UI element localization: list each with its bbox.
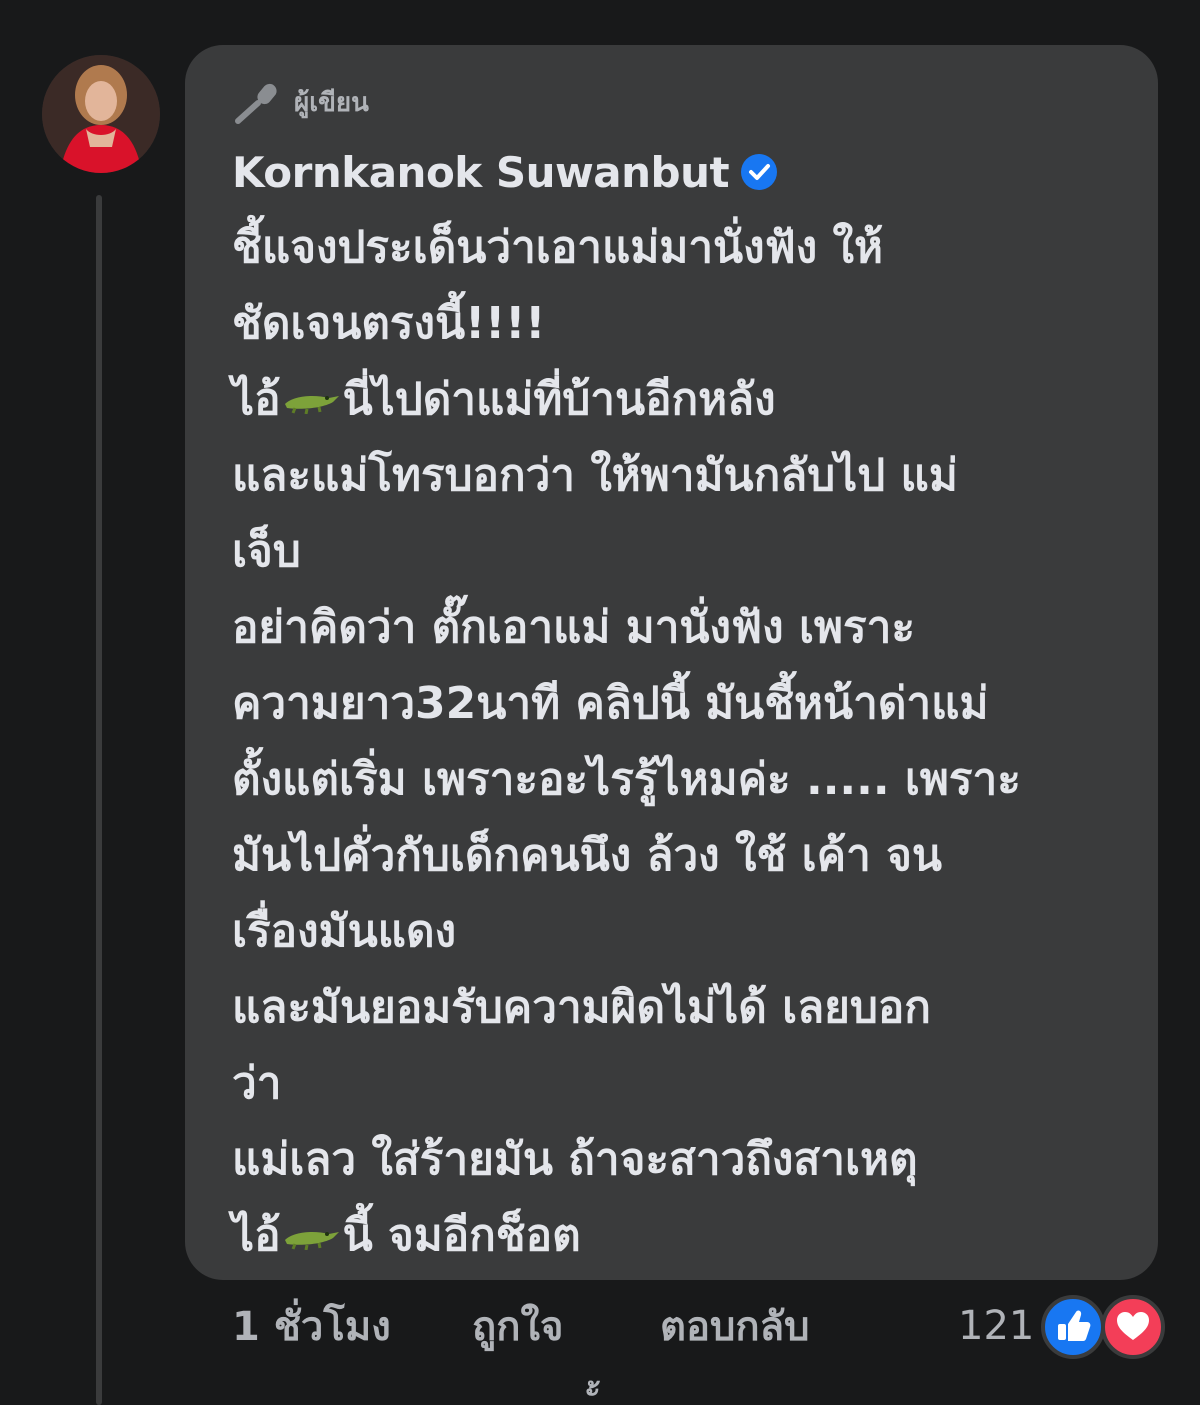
comment-line: เรื่องมันแดง <box>232 906 457 957</box>
comment-line: เจ็บ <box>232 526 301 577</box>
comment-screen: ผู้เขียน Kornkanok Suwanbut ชี้แจงประเด็… <box>0 0 1200 1405</box>
thread-line <box>96 195 102 1405</box>
comment-line: ตั้งแต่เริ่ม เพราะอะไรรู้ไหมค่ะ ..... เพ… <box>232 754 1021 805</box>
comment-line: ไอ้ นี่ไปด่าแม่ที่บ้านอีกหลัง <box>232 362 1132 438</box>
comment-line: ชัดเจนตรงนี้!!!! <box>232 298 546 349</box>
microphone-icon <box>235 83 277 124</box>
crocodile-emoji <box>284 1232 339 1250</box>
verified-badge-icon <box>741 154 778 190</box>
comment-body: ชี้แจงประเด็นว่าเอาแม่มานั่งฟัง ให้ ชัดเ… <box>232 210 1132 1274</box>
reply-button[interactable]: ตอบกลับ <box>660 1294 920 1358</box>
comment-line: และมันยอมรับความผิดไม่ได้ เลยบอก <box>232 982 931 1033</box>
author-badge-label: ผู้เขียน <box>294 87 369 118</box>
love-reaction-icon[interactable] <box>1100 1294 1166 1360</box>
comment-timestamp[interactable]: 1 ชั่วโมง <box>232 1294 472 1358</box>
reaction-count[interactable]: 121 <box>958 1296 1034 1356</box>
avatar[interactable] <box>42 55 160 173</box>
comment-line: แม่เลว ใส่ร้ายมัน ถ้าจะสาวถึงสาเหตุ <box>232 1134 918 1185</box>
comment-line-part: ไอ้ <box>232 1210 281 1261</box>
comment-line: และแม่โทรบอกว่า ให้พามันกลับไป แม่ <box>232 450 958 501</box>
comment-line: อย่าคิดว่า ตั๊กเอาแม่ มานั่งฟัง เพราะ <box>232 602 915 653</box>
author-name[interactable]: Kornkanok Suwanbut <box>232 148 730 197</box>
comment-line: ความยาว32นาที คลิปนี้ มันชี้หน้าด่าแม่ <box>232 678 989 729</box>
comment-line: ไอ้ นี้ จมอีกช็อต <box>232 1198 1132 1274</box>
comment-line: ชี้แจงประเด็นว่าเอาแม่มานั่งฟัง ให้ <box>232 222 884 273</box>
like-reaction-icon[interactable] <box>1040 1294 1106 1360</box>
like-button[interactable]: ถูกใจ <box>472 1294 660 1358</box>
author-badge: ผู้เขียน <box>232 78 369 126</box>
comment-line-part: ไอ้ <box>232 374 281 425</box>
comment-line: มันไปคั่วกับเด็กคนนึง ล้วง ใช้ เค้า จน <box>232 830 942 881</box>
comment-actions: 1 ชั่วโมง ถูกใจ ตอบกลับ <box>232 1296 920 1356</box>
comment-line-part: นี่ไปด่าแม่ที่บ้านอีกหลัง <box>342 374 776 425</box>
comment-line: ว่า <box>232 1058 282 1109</box>
comment-line-part: นี้ จมอีกช็อต <box>342 1210 581 1261</box>
crocodile-emoji <box>284 396 339 414</box>
author-name-row: Kornkanok Suwanbut <box>232 140 779 204</box>
